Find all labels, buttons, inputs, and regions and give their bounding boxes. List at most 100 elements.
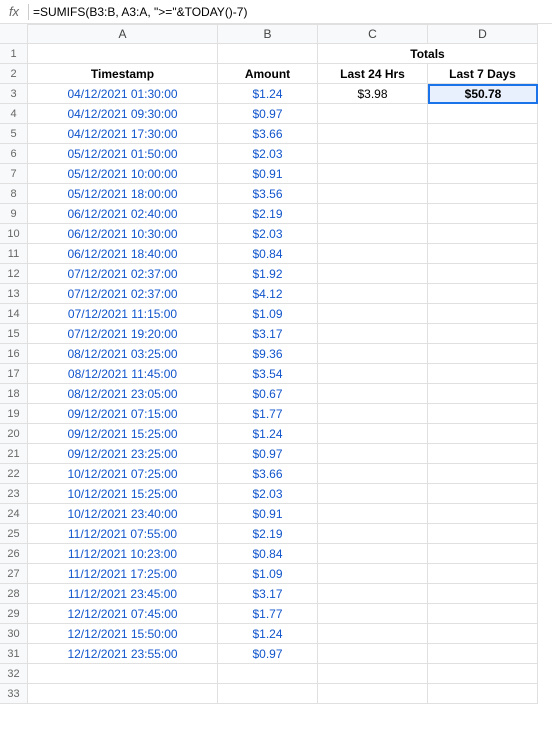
cell-c-21[interactable] [318,444,428,464]
cell-c-4[interactable] [318,104,428,124]
cell-c-11[interactable] [318,244,428,264]
cell-amount-32[interactable] [218,664,318,684]
cell-amount-24[interactable]: $0.91 [218,504,318,524]
cell-amount-7[interactable]: $0.91 [218,164,318,184]
cell-d-4[interactable] [428,104,538,124]
cell-amount-19[interactable]: $1.77 [218,404,318,424]
cell-amount-5[interactable]: $3.66 [218,124,318,144]
cell-d-28[interactable] [428,584,538,604]
col-header-c[interactable]: C [318,24,428,44]
cell-c-19[interactable] [318,404,428,424]
cell-d-19[interactable] [428,404,538,424]
cell-amount-22[interactable]: $3.66 [218,464,318,484]
cell-timestamp-31[interactable]: 12/12/2021 23:55:00 [28,644,218,664]
cell-amount-33[interactable] [218,684,318,704]
cell-timestamp-8[interactable]: 05/12/2021 18:00:00 [28,184,218,204]
cell-d-12[interactable] [428,264,538,284]
cell-d-23[interactable] [428,484,538,504]
cell-c-17[interactable] [318,364,428,384]
cell-c-9[interactable] [318,204,428,224]
cell-timestamp-18[interactable]: 08/12/2021 23:05:00 [28,384,218,404]
cell-d-26[interactable] [428,544,538,564]
cell-c-32[interactable] [318,664,428,684]
col-header-d[interactable]: D [428,24,538,44]
cell-amount-6[interactable]: $2.03 [218,144,318,164]
cell-timestamp-25[interactable]: 11/12/2021 07:55:00 [28,524,218,544]
col-header-a[interactable]: A [28,24,218,44]
cell-d-16[interactable] [428,344,538,364]
cell-d-11[interactable] [428,244,538,264]
cell-d-15[interactable] [428,324,538,344]
cell-amount-14[interactable]: $1.09 [218,304,318,324]
cell-timestamp-4[interactable]: 04/12/2021 09:30:00 [28,104,218,124]
cell-c-26[interactable] [318,544,428,564]
cell-timestamp-15[interactable]: 07/12/2021 19:20:00 [28,324,218,344]
cell-c-8[interactable] [318,184,428,204]
cell-amount-11[interactable]: $0.84 [218,244,318,264]
cell-timestamp-7[interactable]: 05/12/2021 10:00:00 [28,164,218,184]
cell-d-10[interactable] [428,224,538,244]
cell-amount-8[interactable]: $3.56 [218,184,318,204]
cell-c-28[interactable] [318,584,428,604]
cell-d-17[interactable] [428,364,538,384]
cell-amount-16[interactable]: $9.36 [218,344,318,364]
cell-timestamp-32[interactable] [28,664,218,684]
cell-timestamp-10[interactable]: 06/12/2021 10:30:00 [28,224,218,244]
cell-c-5[interactable] [318,124,428,144]
cell-amount-3[interactable]: $1.24 [218,84,318,104]
cell-c-6[interactable] [318,144,428,164]
cell-c-10[interactable] [318,224,428,244]
cell-d-21[interactable] [428,444,538,464]
cell-timestamp-28[interactable]: 11/12/2021 23:45:00 [28,584,218,604]
cell-c-25[interactable] [318,524,428,544]
cell-d-30[interactable] [428,624,538,644]
cell-timestamp-27[interactable]: 11/12/2021 17:25:00 [28,564,218,584]
cell-c-3[interactable]: $3.98 [318,84,428,104]
cell-d-7[interactable] [428,164,538,184]
cell-timestamp-5[interactable]: 04/12/2021 17:30:00 [28,124,218,144]
cell-c-14[interactable] [318,304,428,324]
cell-timestamp-30[interactable]: 12/12/2021 15:50:00 [28,624,218,644]
cell-timestamp-11[interactable]: 06/12/2021 18:40:00 [28,244,218,264]
cell-d-27[interactable] [428,564,538,584]
cell-d-6[interactable] [428,144,538,164]
cell-timestamp-24[interactable]: 10/12/2021 23:40:00 [28,504,218,524]
cell-amount-12[interactable]: $1.92 [218,264,318,284]
cell-timestamp-9[interactable]: 06/12/2021 02:40:00 [28,204,218,224]
cell-d-5[interactable] [428,124,538,144]
cell-d-18[interactable] [428,384,538,404]
cell-c-13[interactable] [318,284,428,304]
cell-d-14[interactable] [428,304,538,324]
cell-amount-13[interactable]: $4.12 [218,284,318,304]
cell-d-20[interactable] [428,424,538,444]
cell-c-7[interactable] [318,164,428,184]
cell-c-29[interactable] [318,604,428,624]
cell-d-31[interactable] [428,644,538,664]
cell-amount-23[interactable]: $2.03 [218,484,318,504]
cell-c-24[interactable] [318,504,428,524]
cell-amount-15[interactable]: $3.17 [218,324,318,344]
cell-amount-9[interactable]: $2.19 [218,204,318,224]
cell-timestamp-29[interactable]: 12/12/2021 07:45:00 [28,604,218,624]
cell-amount-10[interactable]: $2.03 [218,224,318,244]
cell-b-1[interactable] [218,44,318,64]
cell-amount-18[interactable]: $0.67 [218,384,318,404]
cell-c-22[interactable] [318,464,428,484]
cell-timestamp-20[interactable]: 09/12/2021 15:25:00 [28,424,218,444]
cell-amount-29[interactable]: $1.77 [218,604,318,624]
cell-amount-25[interactable]: $2.19 [218,524,318,544]
cell-timestamp-17[interactable]: 08/12/2021 11:45:00 [28,364,218,384]
cell-amount-4[interactable]: $0.97 [218,104,318,124]
cell-timestamp-13[interactable]: 07/12/2021 02:37:00 [28,284,218,304]
cell-d-32[interactable] [428,664,538,684]
cell-d-8[interactable] [428,184,538,204]
cell-d-29[interactable] [428,604,538,624]
cell-c-27[interactable] [318,564,428,584]
cell-amount-28[interactable]: $3.17 [218,584,318,604]
cell-timestamp-19[interactable]: 09/12/2021 07:15:00 [28,404,218,424]
cell-timestamp-22[interactable]: 10/12/2021 07:25:00 [28,464,218,484]
cell-timestamp-14[interactable]: 07/12/2021 11:15:00 [28,304,218,324]
cell-c-30[interactable] [318,624,428,644]
cell-timestamp-33[interactable] [28,684,218,704]
cell-timestamp-23[interactable]: 10/12/2021 15:25:00 [28,484,218,504]
